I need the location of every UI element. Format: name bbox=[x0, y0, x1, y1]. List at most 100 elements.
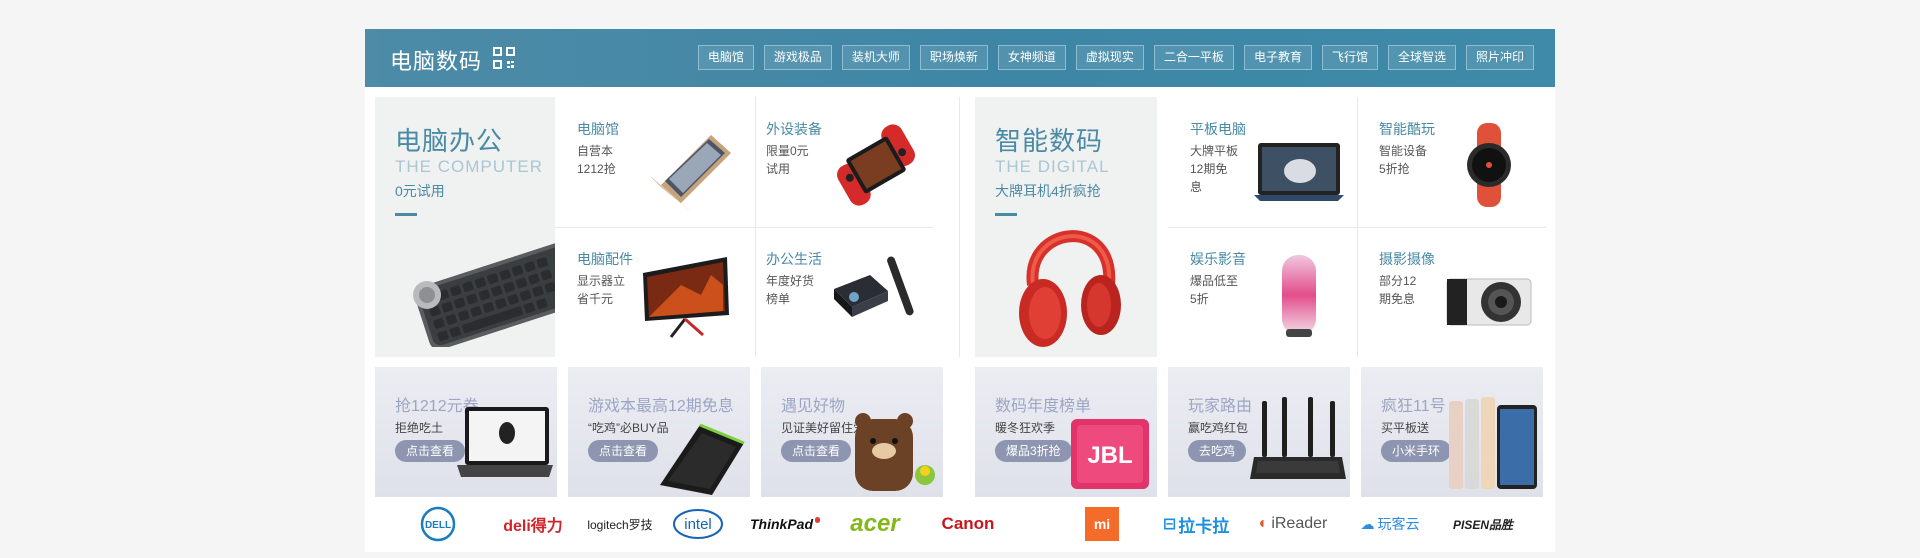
thinkpad-dot-icon bbox=[815, 517, 820, 523]
cell-desc: 限量0元试用 bbox=[766, 144, 809, 176]
panel-subtitle-en: THE DIGITAL bbox=[995, 157, 1110, 176]
tab-zhuangjidashi[interactable]: 装机大师 bbox=[841, 45, 910, 70]
panel-subtitle-en: THE COMPUTER bbox=[395, 157, 543, 176]
panel-promo: 大牌耳机4折疯抢 bbox=[995, 183, 1101, 199]
jbl-speaker-image: JBL bbox=[1071, 419, 1149, 489]
cell-diannaopeijian[interactable]: 电脑配件 显示器立省千元 bbox=[555, 227, 744, 357]
banner-subtitle: 买平板送 bbox=[1381, 421, 1430, 435]
category-tabs: 电脑馆 游戏极品 装机大师 职场焕新 女神频道 虚拟现实 二合一平板 电子教育 … bbox=[697, 45, 1534, 70]
banner-coupon-1212[interactable]: 抢1212元券 拒绝吃土 点击查看 bbox=[375, 367, 557, 497]
cell-title: 电脑配件 bbox=[577, 251, 633, 267]
brand-wankeyun-label: 玩客云 bbox=[1377, 516, 1420, 532]
computer-digital-floor: 电脑数码 电脑馆 游戏极品 装机大师 职场焕新 女神频道 虚拟现实 二合一平板 … bbox=[365, 29, 1555, 552]
cell-desc: 显示器立省千元 bbox=[577, 274, 626, 306]
cell-title: 办公生活 bbox=[766, 251, 822, 267]
cell-desc: 自营本1212抢 bbox=[577, 144, 616, 176]
tab-nvshenpindao[interactable]: 女神频道 bbox=[997, 45, 1066, 70]
brand-lakala[interactable]: ⊟ 拉卡拉 bbox=[1160, 507, 1232, 541]
alienware-laptop-image bbox=[457, 407, 553, 477]
banner-subtitle: 赢吃鸡红包 bbox=[1188, 421, 1249, 435]
brand-pisen[interactable]: PISEN品胜 bbox=[1448, 507, 1518, 541]
brand-acer[interactable]: acer bbox=[839, 507, 911, 541]
svg-text:DELL: DELL bbox=[425, 520, 451, 531]
banner-crazy-11[interactable]: 疯狂11号 买平板送 小米手环 bbox=[1361, 367, 1543, 497]
cell-yuleyingyin[interactable]: 娱乐影音 爆品低至5折 bbox=[1168, 227, 1357, 357]
tab-youxijipin[interactable]: 游戏极品 bbox=[763, 45, 832, 70]
cell-title: 智能酷玩 bbox=[1379, 121, 1435, 137]
floor-title: 电脑数码 bbox=[390, 49, 483, 74]
banner-good-things[interactable]: 遇见好物 见证美好留住爱 点击查看 bbox=[761, 367, 943, 497]
laptop-image bbox=[649, 135, 731, 213]
banner-button[interactable]: 点击查看 bbox=[588, 440, 659, 462]
cell-sheyingshexiang[interactable]: 摄影摄像 部分12期免息 bbox=[1357, 227, 1546, 357]
brand-ireader-label: iReader bbox=[1271, 515, 1328, 532]
floor-header: 电脑数码 电脑馆 游戏极品 装机大师 职场焕新 女神频道 虚拟现实 二合一平板 … bbox=[365, 29, 1555, 87]
brand-lakala-label: 拉卡拉 bbox=[1178, 516, 1230, 536]
router-image bbox=[1250, 397, 1346, 479]
tab-dianzijiaoyu[interactable]: 电子教育 bbox=[1243, 45, 1312, 70]
ireader-logo-icon: ◐ bbox=[1258, 515, 1269, 532]
tab-xunixianshi[interactable]: 虚拟现实 bbox=[1075, 45, 1144, 70]
cell-desc: 爆品低至5折 bbox=[1190, 274, 1239, 306]
brand-intel[interactable]: intel bbox=[672, 507, 724, 541]
cell-diannaoguan[interactable]: 电脑馆 自营本1212抢 bbox=[555, 97, 744, 227]
brand-logitech[interactable]: logitech罗技 bbox=[587, 507, 653, 541]
camera-image bbox=[1446, 278, 1532, 326]
divider bbox=[1168, 227, 1546, 228]
tab-zhichanghuanxin[interactable]: 职场焕新 bbox=[919, 45, 988, 70]
cell-waishezhuangbei[interactable]: 外设装备 限量0元试用 bbox=[744, 97, 933, 227]
panel-title: 电脑办公 bbox=[395, 126, 504, 156]
cell-title: 娱乐影音 bbox=[1190, 251, 1246, 267]
qr-code-icon[interactable] bbox=[493, 47, 515, 69]
cell-desc: 部分12期免息 bbox=[1379, 274, 1417, 306]
gaming-laptop-image bbox=[660, 423, 745, 495]
banner-gamer-router[interactable]: 玩家路由 赢吃鸡红包 去吃鸡 bbox=[1168, 367, 1350, 497]
brand-ireader[interactable]: ◐ iReader bbox=[1258, 507, 1328, 541]
tab-feixingguan[interactable]: 飞行馆 bbox=[1321, 45, 1378, 70]
cell-desc: 大牌平板12期免息 bbox=[1190, 144, 1239, 194]
cell-pingbandiannao[interactable]: 平板电脑 大牌平板12期免息 bbox=[1168, 97, 1357, 227]
banner-digital-ranking[interactable]: 数码年度榜单 暖冬狂欢季 爆品3折抢 JBL bbox=[975, 367, 1157, 497]
cell-desc: 年度好货榜单 bbox=[766, 274, 815, 306]
ipad-image bbox=[1449, 397, 1537, 489]
banner-button[interactable]: 小米手环 bbox=[1381, 440, 1452, 462]
lakala-logo-icon: ⊟ bbox=[1162, 516, 1177, 533]
cell-title: 平板电脑 bbox=[1190, 121, 1246, 137]
brand-thinkpad[interactable]: ThinkPad bbox=[750, 507, 820, 541]
tab-quanqiuzhixuan[interactable]: 全球智选 bbox=[1387, 45, 1456, 70]
brand-deli[interactable]: deli得力 bbox=[500, 507, 566, 541]
brand-wankeyun[interactable]: ☁ 玩客云 bbox=[1358, 507, 1422, 541]
brand-canon[interactable]: Canon bbox=[933, 507, 1003, 541]
tab-zhaopianchongyin[interactable]: 照片冲印 bbox=[1465, 45, 1534, 70]
tab-diannaoguan[interactable]: 电脑馆 bbox=[697, 45, 754, 70]
tab-erheyipingban[interactable]: 二合一平板 bbox=[1153, 45, 1234, 70]
banner-gaming-laptop[interactable]: 游戏本最高12期免息 “吃鸡”必BUY品 点击查看 bbox=[568, 367, 750, 497]
smart-digital-panel[interactable]: 智能数码 THE DIGITAL 大牌耳机4折疯抢 bbox=[975, 97, 1157, 357]
divider bbox=[959, 97, 960, 357]
panel-title: 智能数码 bbox=[995, 126, 1104, 156]
cell-title: 摄影摄像 bbox=[1379, 251, 1435, 267]
banner-button[interactable]: 去吃鸡 bbox=[1188, 440, 1247, 462]
cell-zhinengkuwan[interactable]: 智能酷玩 智能设备5折抢 bbox=[1357, 97, 1546, 227]
banner-button[interactable]: 点击查看 bbox=[781, 440, 852, 462]
banner-title: 疯狂11号 bbox=[1381, 398, 1446, 415]
gamepad-image bbox=[837, 124, 915, 206]
brand-xiaomi[interactable]: mi bbox=[1085, 507, 1119, 541]
computer-office-panel[interactable]: 电脑办公 THE COMPUTER 0元试用 bbox=[375, 97, 557, 357]
cloud-icon: ☁ bbox=[1360, 515, 1375, 532]
intel-logo-icon: intel bbox=[673, 509, 723, 539]
panel-promo: 0元试用 bbox=[395, 183, 445, 199]
speaker-image bbox=[1282, 255, 1316, 337]
dell-logo-icon: DELL bbox=[420, 506, 456, 542]
cell-title: 外设装备 bbox=[766, 121, 822, 137]
svg-text:intel: intel bbox=[684, 516, 712, 533]
brand-thinkpad-label: ThinkPad bbox=[750, 516, 814, 532]
smartwatch-image bbox=[1467, 123, 1511, 207]
banner-button[interactable]: 点击查看 bbox=[395, 440, 466, 462]
brown-bear-image bbox=[855, 413, 935, 491]
cell-bangongshenghuo[interactable]: 办公生活 年度好货榜单 bbox=[744, 227, 933, 357]
panel-divider bbox=[995, 213, 1017, 216]
brand-dell[interactable]: DELL bbox=[418, 506, 458, 542]
cell-title: 电脑馆 bbox=[577, 121, 619, 137]
cell-desc: 智能设备5折抢 bbox=[1379, 144, 1428, 176]
